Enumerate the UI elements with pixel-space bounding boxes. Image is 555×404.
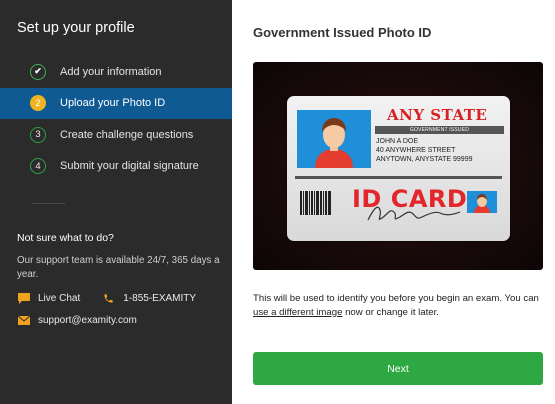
id-issuer: GOVERNMENT ISSUED: [375, 126, 504, 134]
help-text: Our support team is available 24/7, 365 …: [17, 255, 220, 280]
email-row: support@examity.com: [17, 314, 222, 326]
step-digital-signature[interactable]: 4 Submit your digital signature: [0, 151, 232, 183]
next-button[interactable]: Next: [253, 352, 543, 385]
id-divider-bar: [295, 176, 502, 179]
email-link[interactable]: support@examity.com: [17, 314, 137, 326]
step-number-badge: 3: [30, 126, 46, 143]
main-panel: Government Issued Photo ID ANY STATE GOV…: [232, 0, 555, 404]
step-number-badge: 2: [30, 95, 46, 112]
sidebar: Set up your profile ✔ Add your informati…: [0, 0, 239, 404]
photo-id-preview: ANY STATE GOVERNMENT ISSUED JOHN A DOE 4…: [253, 62, 543, 270]
step-list: ✔ Add your information 2 Upload your Pho…: [0, 56, 239, 183]
step-label: Add your information: [60, 65, 162, 78]
use-different-image-link[interactable]: use a different image: [253, 307, 342, 318]
profile-setup-page: Set up your profile ✔ Add your informati…: [0, 0, 555, 404]
id-card-image: ANY STATE GOVERNMENT ISSUED JOHN A DOE 4…: [287, 96, 510, 241]
id-photo-portrait: [297, 110, 371, 168]
id-name: JOHN A DOE: [376, 138, 419, 145]
envelope-icon: [17, 314, 30, 326]
step-label: Submit your digital signature: [60, 160, 199, 173]
live-chat-link[interactable]: Live Chat: [17, 292, 80, 304]
phone-link[interactable]: 1-855-EXAMITY: [102, 292, 196, 304]
description-text: This will be used to identify you before…: [253, 293, 539, 304]
phone-number: 1-855-EXAMITY: [123, 292, 197, 304]
step-label: Create challenge questions: [60, 128, 194, 141]
sidebar-divider: [32, 203, 65, 204]
step-number-badge: 4: [30, 158, 46, 175]
id-city: ANYTOWN, ANYSTATE 99999: [376, 156, 473, 163]
step-label: Upload your Photo ID: [60, 97, 166, 110]
id-street: 40 ANYWHERE STREET: [376, 147, 456, 154]
signature-icon: [365, 198, 465, 231]
barcode-icon: [300, 191, 336, 215]
email-address: support@examity.com: [38, 314, 137, 326]
description-text-end: now or change it later.: [342, 306, 439, 318]
step-upload-photo-id[interactable]: 2 Upload your Photo ID: [0, 87, 239, 119]
step-challenge-questions[interactable]: 3 Create challenge questions: [0, 119, 232, 151]
chat-bubble-icon: [17, 292, 30, 304]
help-section: Not sure what to do? Our support team is…: [17, 232, 222, 326]
sidebar-title: Set up your profile: [17, 20, 135, 36]
page-title: Government Issued Photo ID: [253, 25, 432, 40]
step-add-information[interactable]: ✔ Add your information: [0, 56, 232, 88]
live-chat-label: Live Chat: [38, 292, 81, 304]
help-title: Not sure what to do?: [17, 232, 114, 244]
phone-icon: [102, 292, 115, 304]
check-icon: ✔: [30, 63, 46, 80]
description: This will be used to identify you before…: [253, 292, 545, 319]
contact-row: Live Chat 1-855-EXAMITY: [17, 292, 222, 304]
id-state: ANY STATE: [387, 106, 488, 124]
id-mini-portrait: [467, 191, 497, 213]
